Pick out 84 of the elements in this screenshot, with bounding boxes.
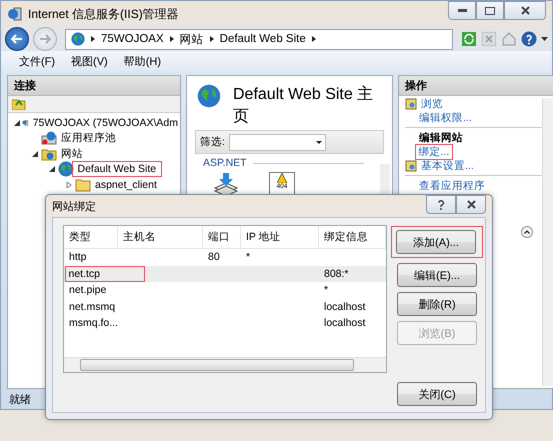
- dropdown-arrow-icon: [316, 140, 322, 144]
- group-heading: ASP.NET: [203, 157, 247, 169]
- status-text: 就绪: [9, 392, 31, 406]
- close-button[interactable]: 关闭(C): [397, 382, 477, 406]
- table-row[interactable]: msmq.fo... localhost: [64, 315, 386, 332]
- section-heading: 编辑网站: [419, 132, 463, 144]
- table-cell: localhost: [324, 317, 366, 330]
- globe-icon: [197, 84, 221, 108]
- column-header[interactable]: 主机名: [118, 226, 203, 248]
- menu-item[interactable]: 帮助(H): [124, 52, 161, 70]
- action-link[interactable]: 基本设置...: [421, 160, 474, 172]
- tree-item[interactable]: 应用程序池: [59, 131, 118, 146]
- address-bar[interactable]: 75WOJOAX 网站 Default Web Site: [65, 28, 453, 50]
- help-icon[interactable]: [521, 31, 537, 47]
- menu-item[interactable]: 视图(V): [71, 52, 108, 70]
- close-icon: [466, 200, 476, 209]
- table-cell: net.tcp: [68, 268, 100, 280]
- table-cell: net.pipe: [69, 284, 106, 296]
- column-header[interactable]: 端口: [203, 226, 241, 248]
- globe-icon: [58, 161, 74, 178]
- action-button[interactable]: 编辑(E)...: [397, 263, 477, 287]
- app-icon: [7, 6, 23, 22]
- close-button[interactable]: [456, 195, 486, 214]
- minimize-icon: [458, 9, 466, 12]
- collapse-arrow-icon[interactable]: [14, 120, 20, 126]
- folder-icon: [75, 176, 91, 193]
- table-cell: 808:*: [324, 268, 349, 280]
- globe-icon: [71, 32, 85, 46]
- scrollbar[interactable]: [64, 357, 386, 372]
- action-link[interactable]: 绑定...: [418, 146, 450, 158]
- dialog-title: 网站绑定: [52, 200, 96, 214]
- tree-item[interactable]: 75WOJOAX (75WOJOAX\Adm: [30, 116, 180, 129]
- tree-item[interactable]: Default Web Site: [76, 163, 158, 176]
- table-cell: http: [69, 251, 87, 264]
- minimize-button[interactable]: [448, 1, 476, 20]
- refresh-icon[interactable]: [461, 31, 477, 47]
- table-cell: *: [324, 284, 328, 296]
- action-button[interactable]: 添加(A)...: [396, 230, 476, 254]
- tree-item[interactable]: 网站: [59, 146, 85, 161]
- dropdown-arrow-icon[interactable]: [541, 37, 548, 41]
- action-link[interactable]: 浏览: [421, 98, 443, 110]
- action-link[interactable]: 编辑权限...: [419, 112, 472, 124]
- maximize-icon: [485, 6, 495, 14]
- pane-title: 操作: [405, 79, 427, 93]
- close-button[interactable]: [504, 1, 546, 20]
- breadcrumb[interactable]: 75WOJOAX: [101, 33, 164, 45]
- table-cell: net.msmq: [69, 300, 116, 313]
- table-row[interactable]: http 80 *: [64, 249, 386, 266]
- page-title: Default Web Site 主页: [233, 84, 374, 127]
- table-row[interactable]: net.msmq localhost: [64, 298, 386, 315]
- filter-label: 筛选:: [200, 135, 225, 149]
- table-cell: localhost: [324, 300, 366, 313]
- pane-title: 连接: [14, 78, 36, 93]
- action-link[interactable]: 查看应用程序: [419, 180, 485, 192]
- menu-item[interactable]: 文件(F): [19, 52, 56, 70]
- back-button[interactable]: [5, 27, 29, 51]
- collapse-arrow-icon[interactable]: [32, 150, 38, 157]
- table-cell: *: [246, 251, 250, 264]
- page-icon: [405, 98, 417, 110]
- close-icon: [520, 6, 530, 15]
- breadcrumb[interactable]: 网站: [180, 32, 204, 46]
- collapse-icon[interactable]: [521, 226, 533, 238]
- pool-icon: [41, 130, 57, 146]
- action-button[interactable]: 删除(R): [397, 292, 477, 316]
- scrollbar[interactable]: [542, 98, 553, 386]
- table-row[interactable]: net.tcp 808:*: [64, 266, 386, 282]
- window-title: Internet 信息服务(IIS)管理器: [28, 6, 179, 22]
- back-arrow-icon: [11, 34, 23, 44]
- expand-arrow-icon[interactable]: [66, 182, 72, 188]
- help-button[interactable]: [426, 195, 456, 214]
- page-icon: [405, 160, 417, 172]
- help-icon: [437, 199, 445, 210]
- column-header[interactable]: 绑定信息: [319, 226, 386, 248]
- column-header[interactable]: 类型: [64, 226, 118, 248]
- table-cell: 80: [208, 251, 220, 264]
- folder-up-icon[interactable]: [12, 98, 26, 110]
- collapse-arrow-icon[interactable]: [49, 166, 55, 172]
- tree-item[interactable]: aspnet_client: [93, 178, 159, 191]
- forward-arrow-icon: [39, 34, 51, 44]
- column-header[interactable]: IP 地址: [241, 226, 319, 248]
- maximize-button[interactable]: [476, 1, 504, 20]
- breadcrumb[interactable]: Default Web Site: [220, 33, 306, 45]
- table-row[interactable]: net.pipe *: [64, 282, 386, 298]
- table-cell: msmq.fo...: [69, 317, 118, 330]
